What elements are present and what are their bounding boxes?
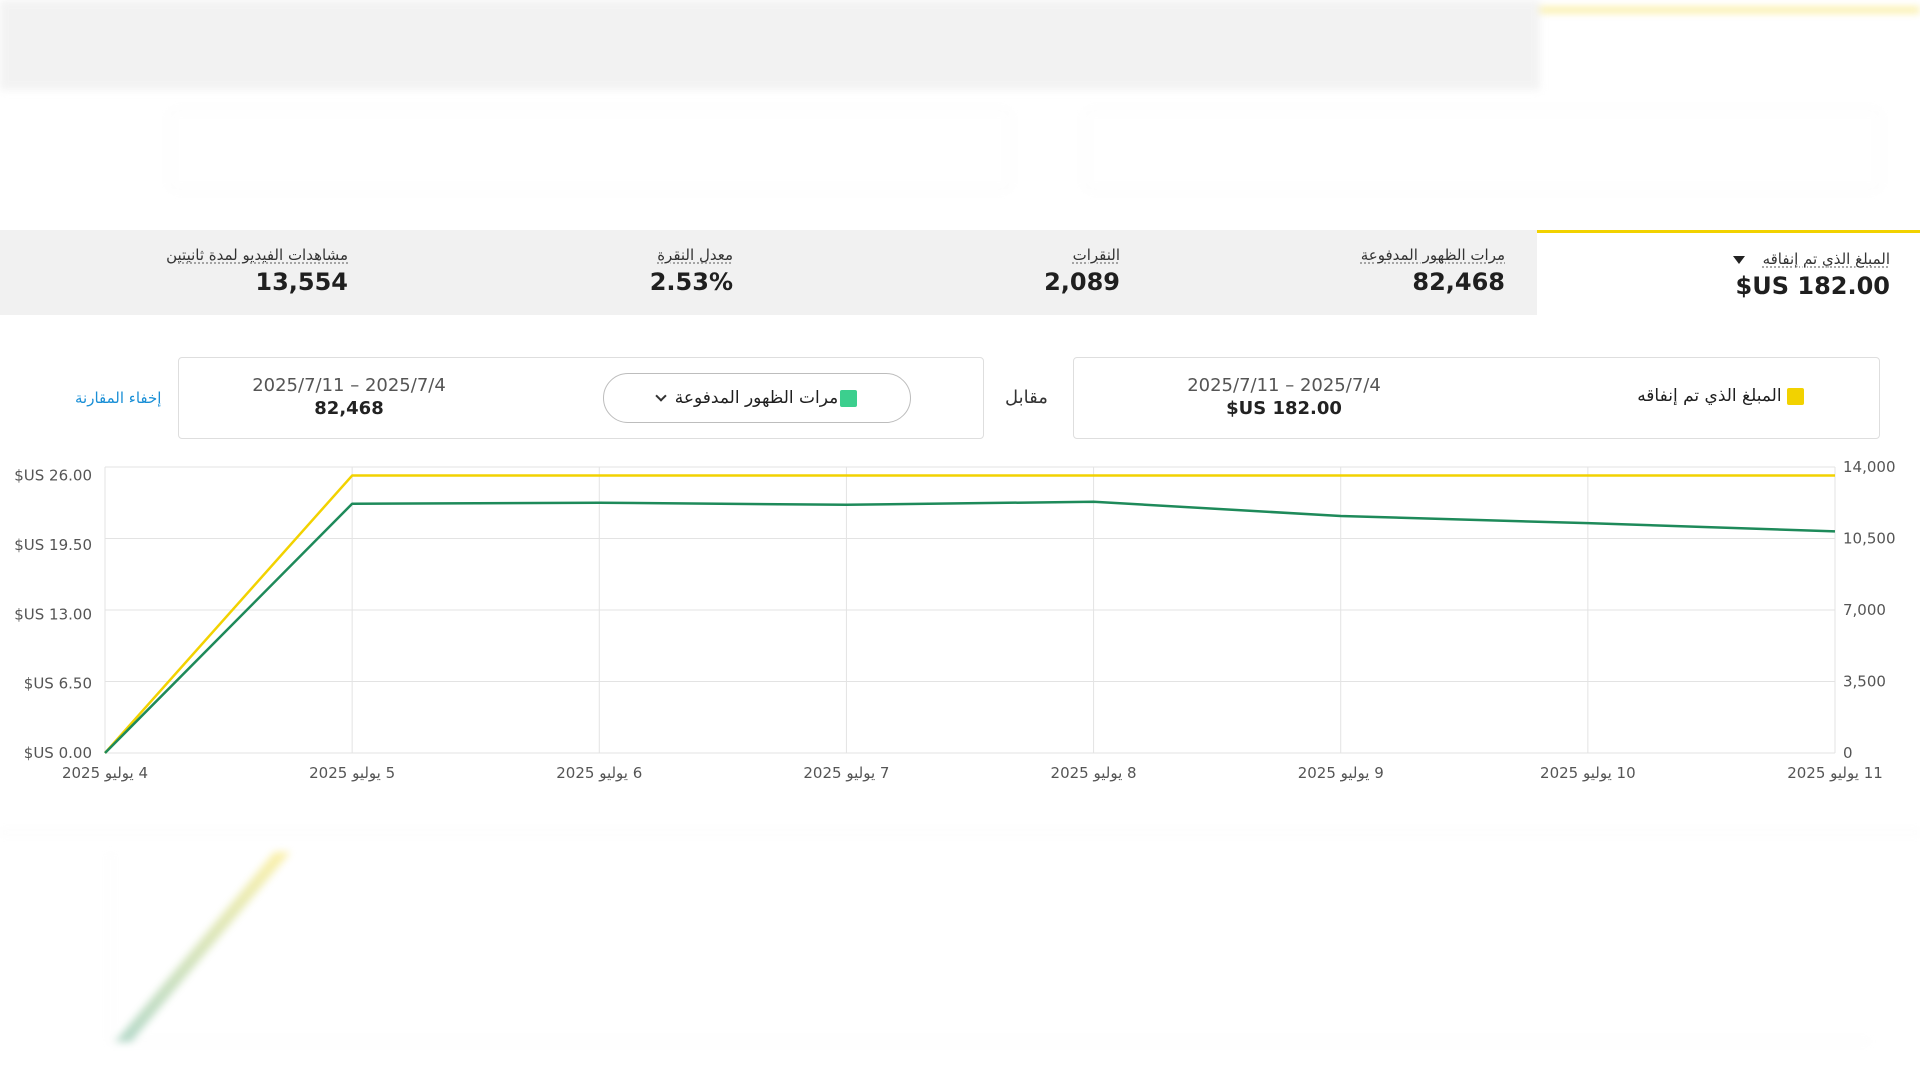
- metric-label: المبلغ الذي تم إنفاقه: [1762, 250, 1890, 268]
- primary-range-value: $US 182.00: [1226, 398, 1342, 419]
- metric-value: 2.53%: [649, 268, 733, 296]
- secondary-metric-label: مرات الظهور المدفوعة: [674, 388, 839, 408]
- metric-value: 2,089: [1044, 268, 1120, 296]
- x-tick-label: 8 يوليو 2025: [1051, 764, 1137, 782]
- metric-label: النقرات: [1072, 246, 1120, 264]
- primary-metric-label: المبلغ الذي تم إنفاقه: [1637, 386, 1804, 406]
- metric-value: $US 182.00: [1735, 272, 1890, 300]
- primary-compare-card: المبلغ الذي تم إنفاقه 2025/7/4 – 2025/7/…: [1073, 357, 1880, 439]
- secondary-range-value: 82,468: [314, 398, 384, 419]
- blurred-bottom-echo: [0, 832, 1920, 1080]
- hide-comparison-link[interactable]: إخفاء المقارنة: [75, 389, 161, 407]
- y-right-tick-label: 3,500: [1843, 673, 1886, 691]
- y-right-tick-label: 14,000: [1843, 458, 1896, 476]
- y-left-tick-label: $US 19.50: [14, 536, 92, 554]
- caret-down-icon[interactable]: [1733, 255, 1746, 264]
- x-tick-label: 11 يوليو 2025: [1787, 764, 1883, 782]
- chevron-down-icon: [655, 389, 667, 402]
- y-left-tick-label: $US 6.50: [24, 675, 92, 693]
- y-left-tick-label: $US 0.00: [24, 744, 92, 762]
- metric-spend[interactable]: المبلغ الذي تم إنفاقه $US 182.00: [1537, 230, 1920, 315]
- secondary-date-range: 2025/7/4 – 2025/7/11: [252, 375, 446, 396]
- metric-ctr[interactable]: معدل النقرة 2.53%: [490, 230, 733, 315]
- secondary-range: 2025/7/4 – 2025/7/11 82,468: [229, 375, 469, 419]
- y-right-tick-label: 0: [1843, 744, 1853, 762]
- chart-svg: $US 0.00 $US 6.50 $US 13.00 $US 19.50 $US 26…: [14, 458, 1896, 782]
- vs-label: مقابل: [1005, 387, 1048, 408]
- metrics-bar: المبلغ الذي تم إنفاقه $US 182.00 مرات ال…: [0, 230, 1920, 315]
- y-left-tick-label: $US 13.00: [14, 605, 92, 623]
- impressions-series-line: [104, 500, 1836, 754]
- x-tick-label: 9 يوليو 2025: [1298, 764, 1384, 782]
- x-tick-label: 4 يوليو 2025: [62, 764, 148, 782]
- secondary-metric-select[interactable]: مرات الظهور المدفوعة: [603, 373, 911, 423]
- y-left-tick-label: $US 26.00: [14, 467, 92, 485]
- metric-label: مرات الظهور المدفوعة: [1360, 246, 1505, 264]
- metric-value: 82,468: [1412, 268, 1505, 296]
- metric-impressions[interactable]: مرات الظهور المدفوعة 82,468: [1150, 230, 1505, 315]
- x-tick-label: 6 يوليو 2025: [556, 764, 642, 782]
- spend-series-line: [104, 474, 1835, 754]
- secondary-compare-card: مرات الظهور المدفوعة 2025/7/4 – 2025/7/1…: [178, 357, 984, 439]
- metric-label: مشاهدات الفيديو لمدة ثانيتين: [166, 246, 348, 264]
- green-swatch-icon: [840, 389, 858, 407]
- metric-clicks[interactable]: النقرات 2,089: [880, 230, 1120, 315]
- metric-video-views[interactable]: مشاهدات الفيديو لمدة ثانيتين 13,554: [100, 230, 348, 315]
- metric-value: 13,554: [255, 268, 348, 296]
- x-tick-label: 7 يوليو 2025: [803, 764, 889, 782]
- y-right-tick-label: 10,500: [1843, 530, 1896, 548]
- y-right-tick-label: 7,000: [1843, 601, 1886, 619]
- yellow-swatch-icon: [1787, 387, 1804, 405]
- primary-date-range: 2025/7/4 – 2025/7/11: [1187, 375, 1381, 396]
- x-tick-label: 5 يوليو 2025: [309, 764, 395, 782]
- line-chart: $US 0.00 $US 6.50 $US 13.00 $US 19.50 $US 26…: [0, 455, 1920, 795]
- blurred-top-echo: [0, 0, 1920, 225]
- primary-range: 2025/7/4 – 2025/7/11 $US 182.00: [1134, 375, 1434, 419]
- metric-label: معدل النقرة: [657, 246, 733, 264]
- x-tick-label: 10 يوليو 2025: [1540, 764, 1636, 782]
